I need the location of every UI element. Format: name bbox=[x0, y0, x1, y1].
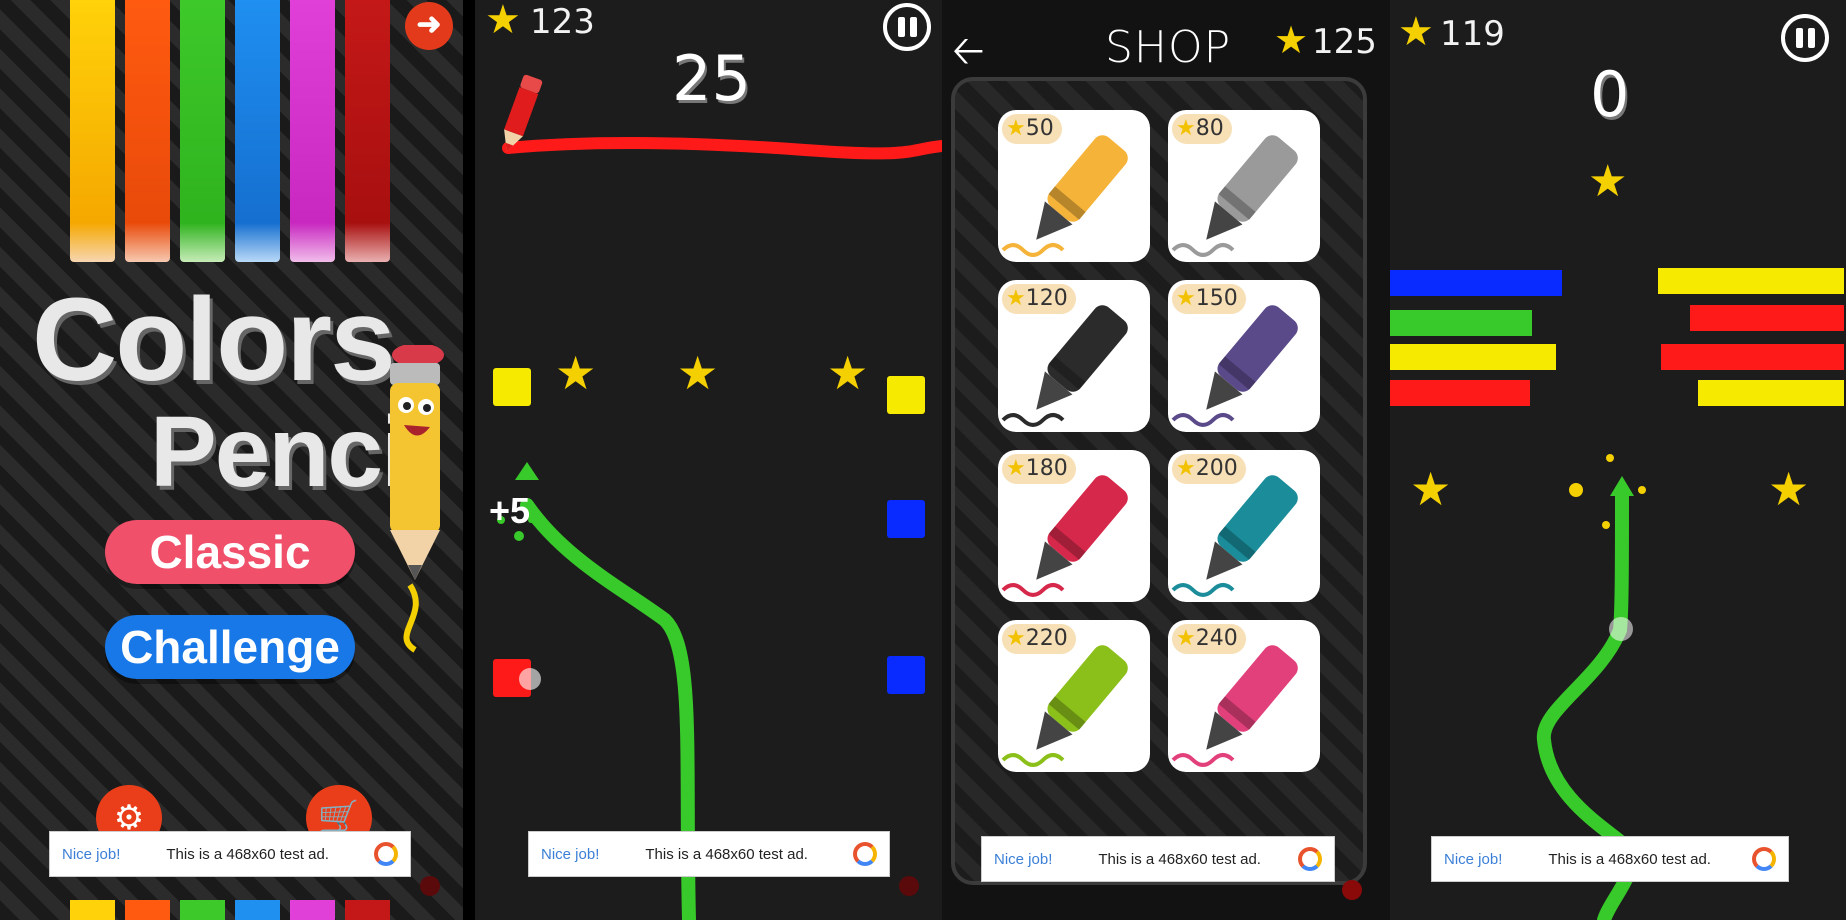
item-price-value: 120 bbox=[1025, 286, 1068, 311]
item-price: ★180 bbox=[1002, 454, 1076, 484]
record-indicator-icon bbox=[899, 876, 919, 896]
back-arrow-icon[interactable]: ➜ bbox=[405, 2, 453, 50]
item-price-value: 200 bbox=[1195, 456, 1238, 481]
purple-pencil-bar bbox=[290, 0, 335, 262]
orange-pencil-stub bbox=[125, 900, 170, 920]
star-icon: ★ bbox=[1006, 626, 1026, 651]
pencil-mascot-icon bbox=[390, 345, 444, 653]
drawn-line bbox=[1536, 454, 1646, 920]
ad-nice-job: Nice job! bbox=[994, 850, 1053, 868]
ad-logo-icon bbox=[1752, 847, 1776, 871]
panel-divider bbox=[463, 0, 475, 920]
ad-logo-icon bbox=[1298, 847, 1322, 871]
item-price: ★80 bbox=[1172, 114, 1232, 144]
classic-button[interactable]: Classic bbox=[105, 520, 355, 584]
green-pencil-bar bbox=[180, 0, 225, 262]
star-icon: ★ bbox=[1176, 626, 1196, 651]
item-price-value: 50 bbox=[1025, 116, 1054, 141]
ad-nice-job: Nice job! bbox=[541, 845, 600, 863]
star-icon: ★ bbox=[827, 347, 869, 399]
touch-indicator bbox=[1609, 617, 1633, 641]
item-price-value: 220 bbox=[1025, 626, 1068, 651]
star-icon: ★ bbox=[1274, 20, 1309, 62]
star-icon: ★ bbox=[1176, 456, 1196, 481]
star-count: 125 bbox=[1312, 22, 1377, 62]
blue-pencil-bar bbox=[235, 0, 280, 262]
blue-color-block bbox=[887, 500, 925, 538]
ad-nice-job: Nice job! bbox=[1444, 850, 1503, 868]
ad-banner[interactable]: Nice job! This is a 468x60 test ad. bbox=[981, 836, 1335, 882]
shop-item-fountain-pen-purple[interactable]: ★150 bbox=[1168, 280, 1320, 432]
yellow-color-block bbox=[887, 376, 925, 414]
green-pencil-stub bbox=[180, 900, 225, 920]
shop-item-crayon-gray[interactable]: ★80 bbox=[1168, 110, 1320, 262]
item-price: ★150 bbox=[1172, 284, 1246, 314]
star-icon: ★ bbox=[1006, 456, 1026, 481]
purple-pencil-stub bbox=[290, 900, 335, 920]
ad-logo-icon bbox=[853, 842, 877, 866]
star-icon: ★ bbox=[1176, 286, 1196, 311]
ad-banner[interactable]: Nice job! This is a 468x60 test ad. bbox=[49, 831, 411, 877]
item-price: ★200 bbox=[1172, 454, 1246, 484]
classic-game-screen: ★ 123 25 ★ ★ ★ +5 Nice job! This is a 46… bbox=[475, 0, 942, 920]
shop-item-marker-red[interactable]: ★180 bbox=[998, 450, 1150, 602]
orange-pencil-bar bbox=[125, 0, 170, 262]
item-price: ★120 bbox=[1002, 284, 1076, 314]
item-price-value: 180 bbox=[1025, 456, 1068, 481]
game-title-colors: Colors bbox=[32, 274, 396, 406]
ad-logo-icon bbox=[374, 842, 398, 866]
item-price-value: 80 bbox=[1195, 116, 1224, 141]
star-icon: ★ bbox=[1176, 116, 1196, 141]
challenge-button[interactable]: Challenge bbox=[105, 615, 355, 679]
ad-message: This is a 468x60 test ad. bbox=[1548, 850, 1711, 868]
star-icon: ★ bbox=[1006, 286, 1026, 311]
ad-message: This is a 468x60 test ad. bbox=[166, 845, 329, 863]
item-price: ★220 bbox=[1002, 624, 1076, 654]
record-indicator-icon bbox=[1342, 880, 1362, 900]
yellow-pencil-bar bbox=[70, 0, 115, 262]
ad-banner[interactable]: Nice job! This is a 468x60 test ad. bbox=[528, 831, 890, 877]
record-indicator-icon bbox=[420, 876, 440, 896]
shop-item-fountain-pen-black[interactable]: ★120 bbox=[998, 280, 1150, 432]
blue-color-block bbox=[887, 656, 925, 694]
shop-title: SHOP bbox=[1105, 22, 1232, 73]
yellow-color-block bbox=[493, 368, 531, 406]
pencil-icon bbox=[504, 74, 543, 152]
main-menu-screen: ➜ Colors Pencil Classic Challenge ⚙ 🛒 Ni… bbox=[0, 0, 463, 920]
red-pencil-bar bbox=[345, 0, 390, 262]
star-icon: ★ bbox=[1006, 116, 1026, 141]
ad-message: This is a 468x60 test ad. bbox=[1098, 850, 1261, 868]
bonus-label: +5 bbox=[489, 490, 531, 531]
yellow-pencil-stub bbox=[70, 900, 115, 920]
shop-item-brush-pink[interactable]: ★240 bbox=[1168, 620, 1320, 772]
drawn-lines bbox=[497, 136, 942, 920]
ad-nice-job: Nice job! bbox=[62, 845, 121, 863]
shop-item-highlighter-orange[interactable]: ★50 bbox=[998, 110, 1150, 262]
red-pencil-stub bbox=[345, 900, 390, 920]
item-price-value: 240 bbox=[1195, 626, 1238, 651]
item-price: ★50 bbox=[1002, 114, 1062, 144]
challenge-game-screen: ★ 119 0 ★ ★ ★ Nice job! This is a 468x60… bbox=[1390, 0, 1846, 920]
shop-item-brush-green[interactable]: ★220 bbox=[998, 620, 1150, 772]
touch-indicator bbox=[519, 668, 541, 690]
ad-banner[interactable]: Nice job! This is a 468x60 test ad. bbox=[1431, 836, 1789, 882]
star-icon: ★ bbox=[555, 347, 597, 399]
item-price: ★240 bbox=[1172, 624, 1246, 654]
star-icon: ★ bbox=[677, 347, 719, 399]
item-price-value: 150 bbox=[1195, 286, 1238, 311]
blue-pencil-stub bbox=[235, 900, 280, 920]
shop-item-marker-teal[interactable]: ★200 bbox=[1168, 450, 1320, 602]
ad-message: This is a 468x60 test ad. bbox=[645, 845, 808, 863]
